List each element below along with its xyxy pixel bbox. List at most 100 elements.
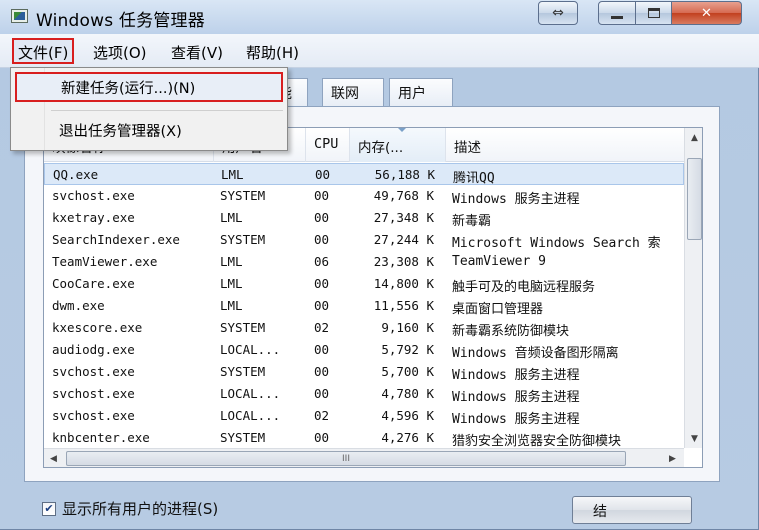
table-row[interactable]: SearchIndexer.exe SYSTEM 00 27,244 K Mic… (44, 229, 684, 251)
cell-memory: 27,244 K (373, 232, 434, 247)
minimize-icon (611, 16, 623, 19)
column-memory[interactable]: 内存(... (350, 128, 446, 162)
checkmark-icon: ✔ (44, 502, 54, 515)
horizontal-scrollbar[interactable]: ◀ III ▶ (44, 448, 684, 467)
cell-cpu: 00 (314, 342, 330, 357)
cell-user: LOCAL... (220, 408, 281, 423)
end-process-button[interactable]: 结 (572, 496, 692, 524)
show-all-users-option[interactable]: ✔ 显示所有用户的进程(S) (42, 498, 218, 519)
vertical-scrollbar[interactable]: ▲ ▼ (684, 128, 702, 448)
sort-descending-icon (397, 128, 406, 132)
minimize-button[interactable] (598, 1, 636, 25)
cell-description: Windows 服务主进程 (452, 390, 580, 405)
cell-description: Windows 服务主进程 (452, 192, 580, 207)
cell-memory: 4,276 K (381, 430, 434, 445)
maximize-button[interactable] (636, 1, 672, 25)
tab-networking[interactable]: 联网 (322, 78, 384, 106)
cell-image: svchost.exe (52, 386, 135, 401)
cell-memory: 14,800 K (373, 276, 434, 291)
table-row[interactable]: svchost.exe LOCAL... 00 4,780 K Windows … (44, 383, 684, 405)
menu-view[interactable]: 查看(V) (168, 42, 226, 63)
table-row[interactable]: kxescore.exe SYSTEM 02 9,160 K 新毒霸系统防御模块 (44, 317, 684, 339)
table-row[interactable]: kxetray.exe LML 00 27,348 K 新毒霸 (44, 207, 684, 229)
table-row[interactable]: QQ.exe LML 00 56,188 K 腾讯QQ (44, 163, 684, 186)
cell-image: kxescore.exe (52, 320, 143, 335)
file-menu-dropdown: 新建任务(运行...)(N) 退出任务管理器(X) (10, 67, 288, 151)
menu-item-new-task[interactable]: 新建任务(运行...)(N) (15, 72, 283, 102)
column-description[interactable]: 描述 (446, 128, 684, 162)
cell-memory: 9,160 K (381, 320, 434, 335)
table-row[interactable]: audiodg.exe LOCAL... 00 5,792 K Windows … (44, 339, 684, 361)
cell-user: SYSTEM (220, 430, 266, 445)
cell-image: audiodg.exe (52, 342, 135, 357)
cell-cpu: 00 (314, 298, 330, 313)
processes-panel: 映像名称 用户名 CPU 内存(... 描述 QQ.exe LML 00 56,… (24, 106, 720, 482)
menu-bar: 文件(F) 选项(O) 查看(V) 帮助(H) (0, 34, 759, 68)
close-icon: ✕ (701, 5, 712, 21)
cell-image: TeamViewer.exe (52, 254, 158, 269)
table-row[interactable]: svchost.exe LOCAL... 02 4,596 K Windows … (44, 405, 684, 427)
scroll-left-icon[interactable]: ◀ (45, 450, 62, 467)
menu-item-exit[interactable]: 退出任务管理器(X) (59, 120, 182, 141)
menu-help[interactable]: 帮助(H) (243, 42, 302, 63)
cell-cpu: 00 (314, 210, 330, 225)
column-cpu[interactable]: CPU (306, 128, 350, 162)
cell-description: Microsoft Windows Search 索 (452, 236, 661, 251)
horizontal-scroll-thumb[interactable]: III (66, 451, 626, 466)
cell-memory: 4,780 K (381, 386, 434, 401)
cell-user: SYSTEM (220, 232, 266, 247)
show-all-users-label: 显示所有用户的进程(S) (62, 500, 219, 518)
cell-image: kxetray.exe (52, 210, 135, 225)
cell-description: 腾讯QQ (453, 171, 495, 186)
table-row[interactable]: dwm.exe LML 00 11,556 K 桌面窗口管理器 (44, 295, 684, 317)
cell-description: 桌面窗口管理器 (452, 302, 544, 317)
scroll-down-icon[interactable]: ▼ (686, 430, 702, 447)
cell-user: SYSTEM (220, 320, 266, 335)
title-bar[interactable]: Windows 任务管理器 ⇔ ✕ (0, 0, 759, 34)
cell-cpu: 00 (314, 188, 330, 203)
menu-options[interactable]: 选项(O) (90, 42, 150, 63)
cell-description: 触手可及的电脑远程服务 (452, 280, 596, 295)
cell-image: svchost.exe (52, 408, 135, 423)
cell-user: SYSTEM (220, 364, 266, 379)
show-all-users-checkbox[interactable]: ✔ (42, 501, 56, 516)
cell-description: Windows 服务主进程 (452, 368, 580, 383)
cell-image: dwm.exe (52, 298, 105, 313)
table-row[interactable]: svchost.exe SYSTEM 00 49,768 K Windows 服… (44, 185, 684, 207)
scroll-right-icon[interactable]: ▶ (664, 450, 681, 467)
cell-image: QQ.exe (53, 167, 99, 182)
table-row[interactable]: svchost.exe SYSTEM 00 5,700 K Windows 服务… (44, 361, 684, 383)
swap-icon: ⇔ (552, 5, 564, 21)
scroll-grip-icon: III (342, 453, 350, 464)
window-title: Windows 任务管理器 (36, 11, 205, 31)
process-list[interactable]: 映像名称 用户名 CPU 内存(... 描述 QQ.exe LML 00 56,… (43, 127, 703, 468)
cell-description: TeamViewer 9 (452, 254, 546, 269)
cell-description: 猎豹安全浏览器安全防御模块 (452, 434, 622, 449)
close-button[interactable]: ✕ (672, 1, 742, 25)
cell-user: LML (220, 254, 243, 269)
cell-user: LML (221, 167, 244, 182)
cell-image: knbcenter.exe (52, 430, 150, 445)
switch-button[interactable]: ⇔ (538, 1, 578, 25)
task-manager-icon (11, 9, 28, 23)
cell-image: svchost.exe (52, 188, 135, 203)
cell-user: LML (220, 276, 243, 291)
cell-memory: 11,556 K (373, 298, 434, 313)
cell-memory: 27,348 K (373, 210, 434, 225)
tab-users[interactable]: 用户 (389, 78, 453, 106)
menu-separator (51, 110, 283, 111)
table-row[interactable]: TeamViewer.exe LML 06 23,308 K TeamViewe… (44, 251, 684, 273)
table-row[interactable]: knbcenter.exe SYSTEM 00 4,276 K 猎豹安全浏览器安… (44, 427, 684, 449)
scroll-up-icon[interactable]: ▲ (686, 129, 702, 146)
menu-file[interactable]: 文件(F) (12, 38, 75, 64)
cell-user: LOCAL... (220, 386, 281, 401)
cell-memory: 4,596 K (381, 408, 434, 423)
cell-cpu: 06 (314, 254, 330, 269)
cell-cpu: 02 (314, 320, 330, 335)
cell-cpu: 00 (314, 232, 330, 247)
vertical-scroll-thumb[interactable] (687, 158, 702, 240)
cell-image: svchost.exe (52, 364, 135, 379)
cell-cpu: 00 (314, 386, 330, 401)
table-row[interactable]: CooCare.exe LML 00 14,800 K 触手可及的电脑远程服务 (44, 273, 684, 295)
column-memory-label: 内存(... (358, 140, 404, 156)
